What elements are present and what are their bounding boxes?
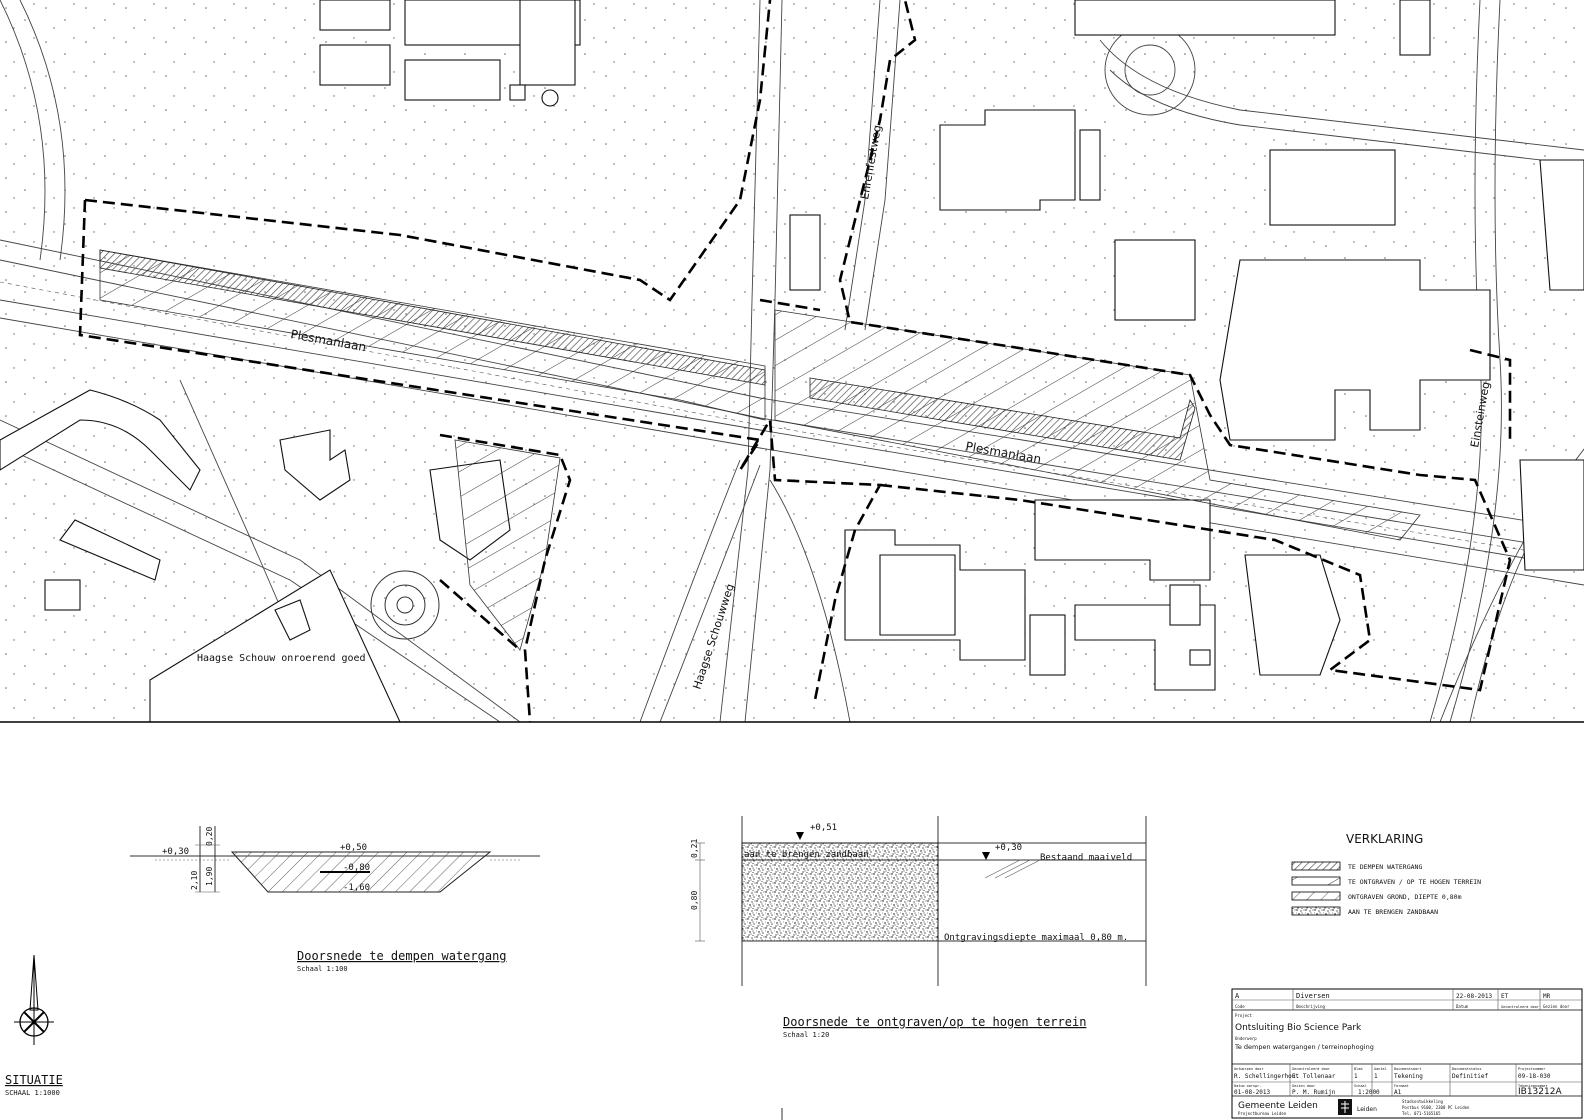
- north-arrow-icon: [14, 954, 54, 1045]
- lbl-onderwerp: Onderwerp: [1235, 1036, 1257, 1041]
- lbl-datum-orig: Datum oorspr.: [1234, 1084, 1261, 1088]
- project-no: 09-18-030: [1518, 1073, 1551, 1080]
- technical-drawing: Plesmanlaan Plesmanlaan Ehrenfestweg Ein…: [0, 0, 1584, 1120]
- reviewer: P. M. Rumijn: [1292, 1089, 1336, 1096]
- lbl-schaal: Schaal: [1354, 1084, 1367, 1088]
- lbl-omschrijving: Omschrijving: [1296, 1004, 1325, 1009]
- drawing-no: IB13212A: [1518, 1087, 1562, 1097]
- lbl-projectnr: Projectnummer: [1518, 1067, 1545, 1071]
- section-terrain-title: Doorsnede te ontgraven/op te hogen terre…: [783, 1015, 1086, 1029]
- format: A1: [1394, 1089, 1402, 1096]
- terrain-level-top: +0,51: [810, 823, 837, 833]
- terrain-label-existing: Bestaand maaiveld: [1040, 853, 1132, 863]
- section-watergang: +0,30 +0,50 -0,80 -1,60 0,20 2,10 1,90 D…: [130, 826, 540, 973]
- legend-title: VERKLARING: [1346, 832, 1423, 846]
- legend-item-3: ONTGRAVEN GROND, DIEPTE 0,80m: [1348, 893, 1462, 901]
- legend: VERKLARING TE DEMPEN WATERGANG TE ONTGRA…: [1291, 832, 1481, 916]
- terrain-dim-main: 0,80: [690, 891, 699, 910]
- lbl-gezien: Gezien door: [1543, 1004, 1570, 1009]
- water-level-mid: -0,80: [343, 863, 370, 873]
- doc-type: Tekening: [1394, 1073, 1423, 1080]
- lbl-blad: Blad: [1354, 1067, 1362, 1071]
- legend-swatch-sand: [1291, 906, 1341, 916]
- lbl-status: Documentstatus: [1452, 1067, 1482, 1071]
- water-level-top: +0,50: [340, 843, 367, 853]
- legend-swatch-terrain: [1291, 876, 1341, 886]
- water-dim-inner: 1,90: [205, 867, 214, 886]
- lbl-aantal: Aantal: [1374, 1067, 1387, 1071]
- label-haagse-schouw: Haagse Schouw onroerend goed: [197, 653, 366, 664]
- section-watergang-title: Doorsnede te dempen watergang: [297, 949, 507, 963]
- legend-item-1: TE DEMPEN WATERGANG: [1348, 863, 1422, 871]
- water-level-bottom: -1,60: [343, 883, 370, 893]
- lbl-project: Project: [1235, 1013, 1252, 1018]
- subject: Te dempen watergangen / terreinophoging: [1234, 1043, 1374, 1051]
- legend-item-2: TE ONTGRAVEN / OP TE HOGEN TERREIN: [1348, 878, 1481, 886]
- water-dim-top: 0,20: [205, 827, 214, 846]
- org-name: Gemeente Leiden: [1238, 1101, 1318, 1111]
- terrain-dim-top: 0,21: [690, 839, 699, 858]
- checker: E. Tollenaar: [1292, 1073, 1336, 1080]
- water-level-left: +0,30: [162, 847, 189, 857]
- address-line-2: Postbus 9100, 2300 PC Leiden: [1402, 1105, 1470, 1110]
- address-line-1: Stadsontwikkeling: [1402, 1099, 1444, 1104]
- sheet-count: 1: [1374, 1073, 1378, 1080]
- section-terrain-scale: Schaal 1:20: [783, 1031, 829, 1039]
- rev-letter: A: [1235, 992, 1240, 1000]
- title-block: A Diversen 22-08-2013 ET MR Code Omschri…: [1231, 988, 1583, 1119]
- lbl-ontworpen: Ontworpen door: [1234, 1067, 1264, 1071]
- lbl-soort: Documentsoort: [1394, 1067, 1421, 1071]
- date: 01-08-2013: [1234, 1089, 1271, 1096]
- org-city: Leiden: [1357, 1106, 1377, 1113]
- situation-title: SITUATIE: [5, 1073, 63, 1087]
- lbl-code: Code: [1235, 1004, 1245, 1009]
- lbl-formaat: Formaat: [1394, 1084, 1409, 1088]
- doc-status: Definitief: [1452, 1073, 1489, 1080]
- site-map: Plesmanlaan Plesmanlaan Ehrenfestweg Ein…: [0, 0, 1584, 722]
- lbl-gecontroleerd: Gecontroleerd door: [1292, 1067, 1330, 1071]
- rev-desc: Diversen: [1296, 992, 1330, 1000]
- legend-swatch-watergang: [1291, 861, 1341, 871]
- legend-swatch-excavate: [1291, 891, 1341, 901]
- address-line-3: Tel. 071-5165165: [1402, 1111, 1441, 1116]
- situation-scale: SCHAAL 1:1000: [5, 1089, 60, 1097]
- section-terrain: +0,51 +0,30 aan te brengen zandbaan Best…: [690, 816, 1147, 1039]
- lbl-datum: Datum: [1456, 1004, 1469, 1009]
- terrain-label-fill: aan te brengen zandbaan: [744, 850, 869, 860]
- rev-date: 22-08-2013: [1456, 993, 1493, 1000]
- sheet: 1: [1354, 1073, 1358, 1080]
- scale: 1:2000: [1358, 1089, 1380, 1096]
- designer: R. Schellingerhout: [1234, 1073, 1299, 1080]
- rev-by: ET: [1501, 993, 1509, 1000]
- org-dept: Projectbureau Leiden: [1238, 1111, 1287, 1116]
- water-dim-height: 2,10: [190, 871, 199, 890]
- project-name: Ontsluiting Bio Science Park: [1235, 1023, 1362, 1033]
- section-watergang-scale: Schaal 1:100: [297, 965, 348, 973]
- lbl-getekend: Gecontroleerd door: [1501, 1005, 1539, 1009]
- legend-item-4: AAN TE BRENGEN ZANDBAAN: [1348, 908, 1438, 916]
- lbl-gezien2: Gezien door: [1292, 1084, 1315, 1088]
- terrain-label-depth: Ontgravingsdiepte maximaal 0,80 m.: [944, 933, 1128, 943]
- terrain-level-right: +0,30: [995, 843, 1022, 853]
- rev-check: MR: [1543, 993, 1551, 1000]
